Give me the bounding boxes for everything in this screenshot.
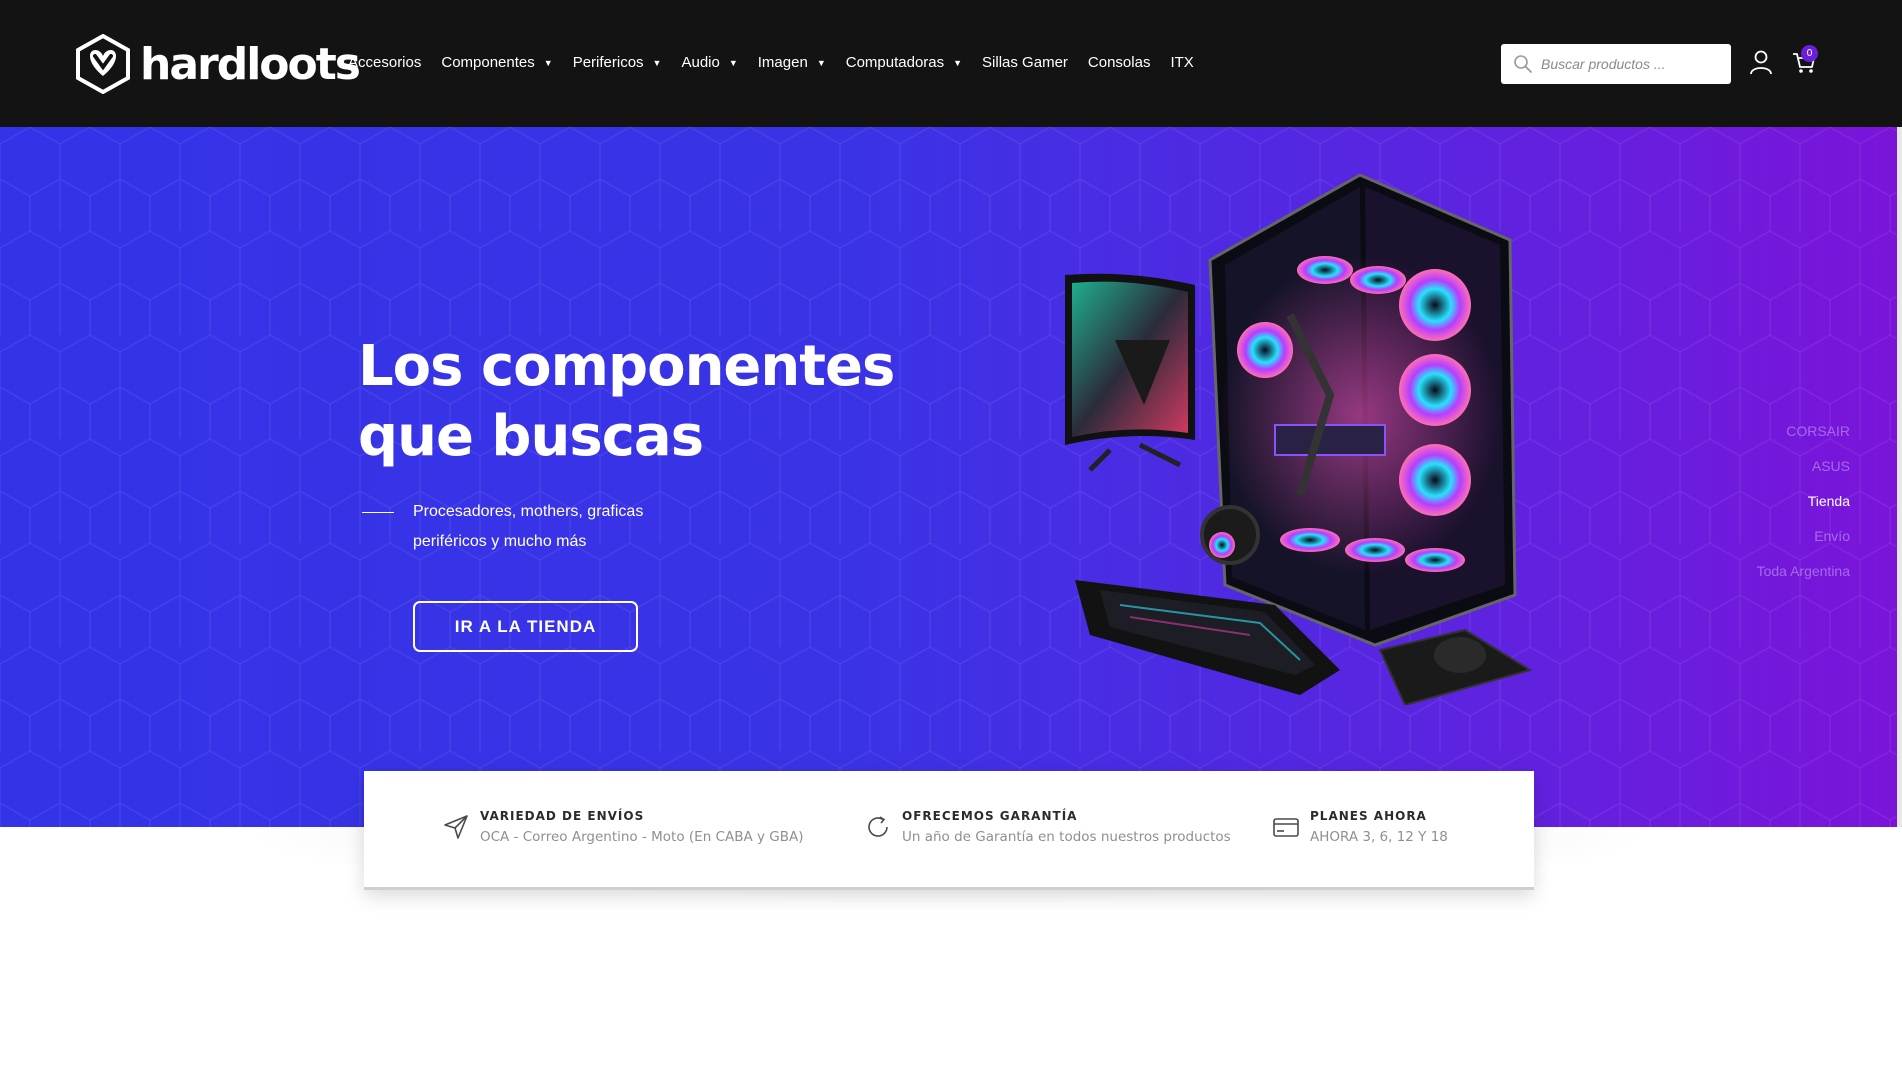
slider-side-nav: CORSAIR ASUS Tienda Envío Toda Argentina: [1757, 414, 1850, 589]
nav-label: Componentes: [441, 54, 535, 71]
hero-subtitle-line: Procesadores, mothers, graficas: [413, 503, 644, 520]
feature-title: OFRECEMOS GARANTÍA: [902, 809, 1078, 823]
side-nav-item[interactable]: Toda Argentina: [1757, 554, 1850, 589]
nav-item-itx[interactable]: ITX: [1170, 54, 1193, 71]
nav-item-consolas[interactable]: Consolas: [1088, 54, 1151, 71]
gaming-pc-image: [1065, 173, 1533, 705]
scrollbar[interactable]: [1897, 127, 1902, 827]
logo[interactable]: hardloots: [76, 34, 361, 94]
side-nav-item[interactable]: ASUS: [1757, 449, 1850, 484]
caret-down-icon: ▼: [652, 57, 662, 68]
brand-name: hardloots: [140, 38, 361, 90]
feature-text: Un año de Garantía en todos nuestros pro…: [902, 829, 1231, 845]
go-to-store-button[interactable]: IR A LA TIENDA: [413, 601, 638, 652]
side-nav-item[interactable]: CORSAIR: [1757, 414, 1850, 449]
cart-count-badge: 0: [1801, 45, 1818, 62]
nav-label: Perifericos: [572, 54, 644, 71]
feature-title: VARIEDAD DE ENVÍOS: [480, 809, 645, 823]
send-icon: [444, 815, 468, 839]
nav-label: Sillas Gamer: [982, 54, 1068, 71]
feature-warranty: OFRECEMOS GARANTÍA Un año de Garantía en…: [864, 809, 1231, 845]
hexagon-pattern: [0, 127, 1897, 827]
caret-down-icon: ▼: [816, 57, 826, 68]
feature-title: PLANES AHORA: [1310, 809, 1427, 823]
nav-item-computadoras[interactable]: Computadoras ▼: [846, 54, 962, 71]
caret-down-icon: ▼: [953, 57, 963, 68]
refresh-icon: [868, 816, 888, 837]
logo-mark-icon: [76, 34, 130, 94]
credit-card-icon: [1273, 818, 1299, 837]
side-nav-item-active[interactable]: Tienda: [1757, 484, 1850, 519]
hero-subtitle: Procesadores, mothers, graficas periféri…: [413, 497, 713, 557]
nav-label: ITX: [1170, 54, 1194, 71]
feature-text: OCA - Correo Argentino - Moto (En CABA y…: [480, 829, 804, 845]
nav-label: Audio: [681, 54, 720, 71]
features-bar: VARIEDAD DE ENVÍOS OCA - Correo Argentin…: [364, 771, 1534, 890]
user-icon[interactable]: [1748, 49, 1774, 75]
nav-label: Consolas: [1087, 54, 1151, 71]
search-input[interactable]: [1541, 56, 1721, 72]
nav-item-perifericos[interactable]: Perifericos ▼: [573, 54, 662, 71]
side-nav-item[interactable]: Envío: [1757, 519, 1850, 554]
nav-item-accesorios[interactable]: Accesorios: [348, 54, 421, 71]
search-icon: [1514, 55, 1532, 73]
nav-item-componentes[interactable]: Componentes ▼: [441, 54, 552, 71]
nav-label: Imagen: [757, 54, 808, 71]
hero-subtitle-line: periféricos y mucho más: [413, 533, 587, 550]
search-box: [1501, 44, 1731, 84]
caret-down-icon: ▼: [543, 57, 553, 68]
nav-item-imagen[interactable]: Imagen ▼: [758, 54, 826, 71]
main-nav: Accesorios Componentes ▼ Perifericos ▼ Aud…: [348, 54, 1214, 71]
feature-shipping: VARIEDAD DE ENVÍOS OCA - Correo Argentin…: [442, 809, 804, 845]
nav-item-sillas-gamer[interactable]: Sillas Gamer: [982, 54, 1068, 71]
feature-plans: PLANES AHORA AHORA 3, 6, 12 Y 18: [1272, 809, 1448, 845]
hero-banner: Los componentes que buscas Procesadores,…: [0, 127, 1897, 827]
nav-label: Accesorios: [348, 54, 422, 71]
hero-divider: [362, 512, 394, 513]
hero-title-line: Los componentes: [358, 334, 895, 399]
hero-title-line: que buscas: [358, 404, 704, 469]
site-header: hardloots Accesorios Componentes ▼ Perife…: [0, 0, 1902, 127]
feature-text: AHORA 3, 6, 12 Y 18: [1310, 829, 1448, 845]
nav-label: Computadoras: [845, 54, 945, 71]
nav-item-audio[interactable]: Audio ▼: [681, 54, 737, 71]
caret-down-icon: ▼: [728, 57, 738, 68]
hero-title: Los componentes que buscas: [358, 332, 918, 472]
